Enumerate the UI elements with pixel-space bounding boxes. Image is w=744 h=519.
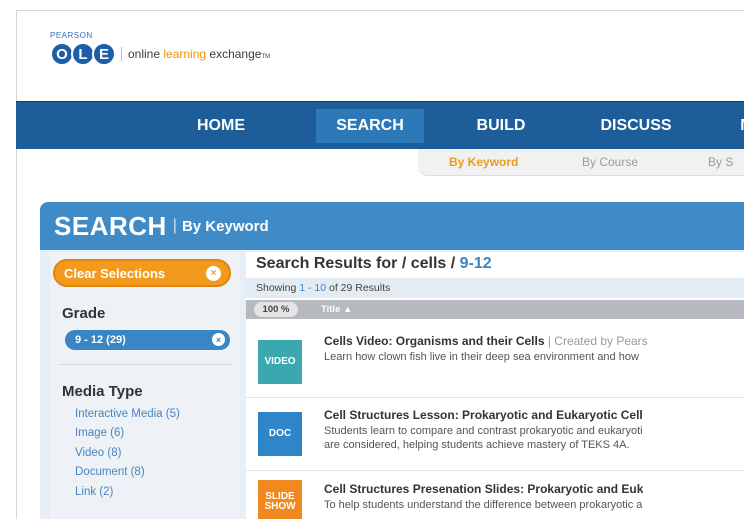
result-title[interactable]: Cell Structures Presenation Slides: Prok… [324,482,643,496]
media-type-heading: Media Type [62,383,143,400]
document-thumbnail[interactable]: DOC [258,412,302,456]
media-filter-image[interactable]: Image (6) [75,427,124,439]
results-grade-link[interactable]: 9-12 [460,255,492,272]
panel-separator: | [172,217,177,234]
nav-next[interactable]: N [731,102,744,149]
grade-chip-label: 9 - 12 (29) [75,334,126,346]
divider [60,364,232,365]
logo-letter-e: E [92,42,116,66]
media-filter-video[interactable]: Video (8) [75,447,121,459]
media-filter-interactive[interactable]: Interactive Media (5) [75,408,180,420]
search-subnav: By Keyword By Course By S [418,149,744,176]
subnav-by-standard[interactable]: By S [708,155,733,169]
result-title[interactable]: Cells Video: Organisms and their Cells |… [324,334,648,348]
result-row[interactable]: DOC Cell Structures Lesson: Prokaryotic … [246,408,744,458]
showing-range: 1 - 10 [299,282,327,294]
result-byline: | Created by Pears [544,334,648,348]
media-filter-document[interactable]: Document (8) [75,466,145,478]
subnav-by-keyword[interactable]: By Keyword [449,155,518,169]
row-divider [246,397,744,398]
tagline-highlight: learning [163,47,207,61]
grade-heading: Grade [62,305,106,322]
tagline-part: online [128,47,164,61]
media-filter-link[interactable]: Link (2) [75,486,113,498]
result-title[interactable]: Cell Structures Lesson: Prokaryotic and … [324,408,643,422]
row-divider [246,470,744,471]
result-description: Students learn to compare and contrast p… [324,424,643,452]
result-row[interactable]: SLIDE SHOW Cell Structures Presenation S… [246,480,744,519]
relevance-sort[interactable]: 100 % [254,302,298,317]
filter-sidebar: Clear Selections × Grade 9 - 12 (29) × M… [50,252,240,519]
remove-filter-icon[interactable]: × [212,333,225,346]
nav-home[interactable]: HOME [166,102,276,149]
clear-selections-label: Clear Selections [64,265,166,281]
trademark: TM [261,54,271,60]
nav-discuss[interactable]: DISCUSS [581,102,691,149]
clear-selections-button[interactable]: Clear Selections × [53,259,231,287]
video-thumbnail[interactable]: VIDEO [258,340,302,384]
showing-suffix: of 29 Results [326,282,391,294]
nav-build[interactable]: BUILD [456,102,546,149]
result-description: Learn how clown fish live in their deep … [324,351,639,363]
results-title: Search Results for / cells / 9-12 [256,255,492,273]
tagline-part: exchange [206,47,262,61]
grade-filter-chip[interactable]: 9 - 12 (29) × [65,330,230,350]
ole-logo[interactable]: PEARSON O L E online learning exchangeTM [50,31,270,66]
results-column-header: 100 % Title ▲ [246,300,744,319]
nav-search[interactable]: SEARCH [316,109,424,143]
panel-subtitle: By Keyword [181,217,269,235]
results-query: Search Results for / cells / [256,255,460,272]
slideshow-thumbnail[interactable]: SLIDE SHOW [258,480,302,519]
search-results: Search Results for / cells / 9-12 Showin… [246,252,744,519]
panel-title: SEARCH [54,210,167,241]
result-title-text: Cells Video: Organisms and their Cells [324,334,545,348]
logo-tagline: online learning exchangeTM [121,47,270,61]
main-nav: HOME SEARCH BUILD DISCUSS N [16,101,744,149]
result-row[interactable]: VIDEO Cells Video: Organisms and their C… [246,334,744,384]
close-icon: × [206,266,221,281]
pearson-wordmark: PEARSON [50,31,93,40]
results-count: Showing 1 - 10 of 29 Results [246,278,744,298]
description-line: Students learn to compare and contrast p… [324,425,643,437]
panel-header: SEARCH | By Keyword [40,202,744,250]
showing-prefix: Showing [256,282,300,294]
description-line: are considered, helping students achieve… [324,439,630,451]
subnav-by-course[interactable]: By Course [582,155,638,169]
title-sort[interactable]: Title ▲ [321,304,352,315]
result-description: To help students understand the differen… [324,499,643,511]
